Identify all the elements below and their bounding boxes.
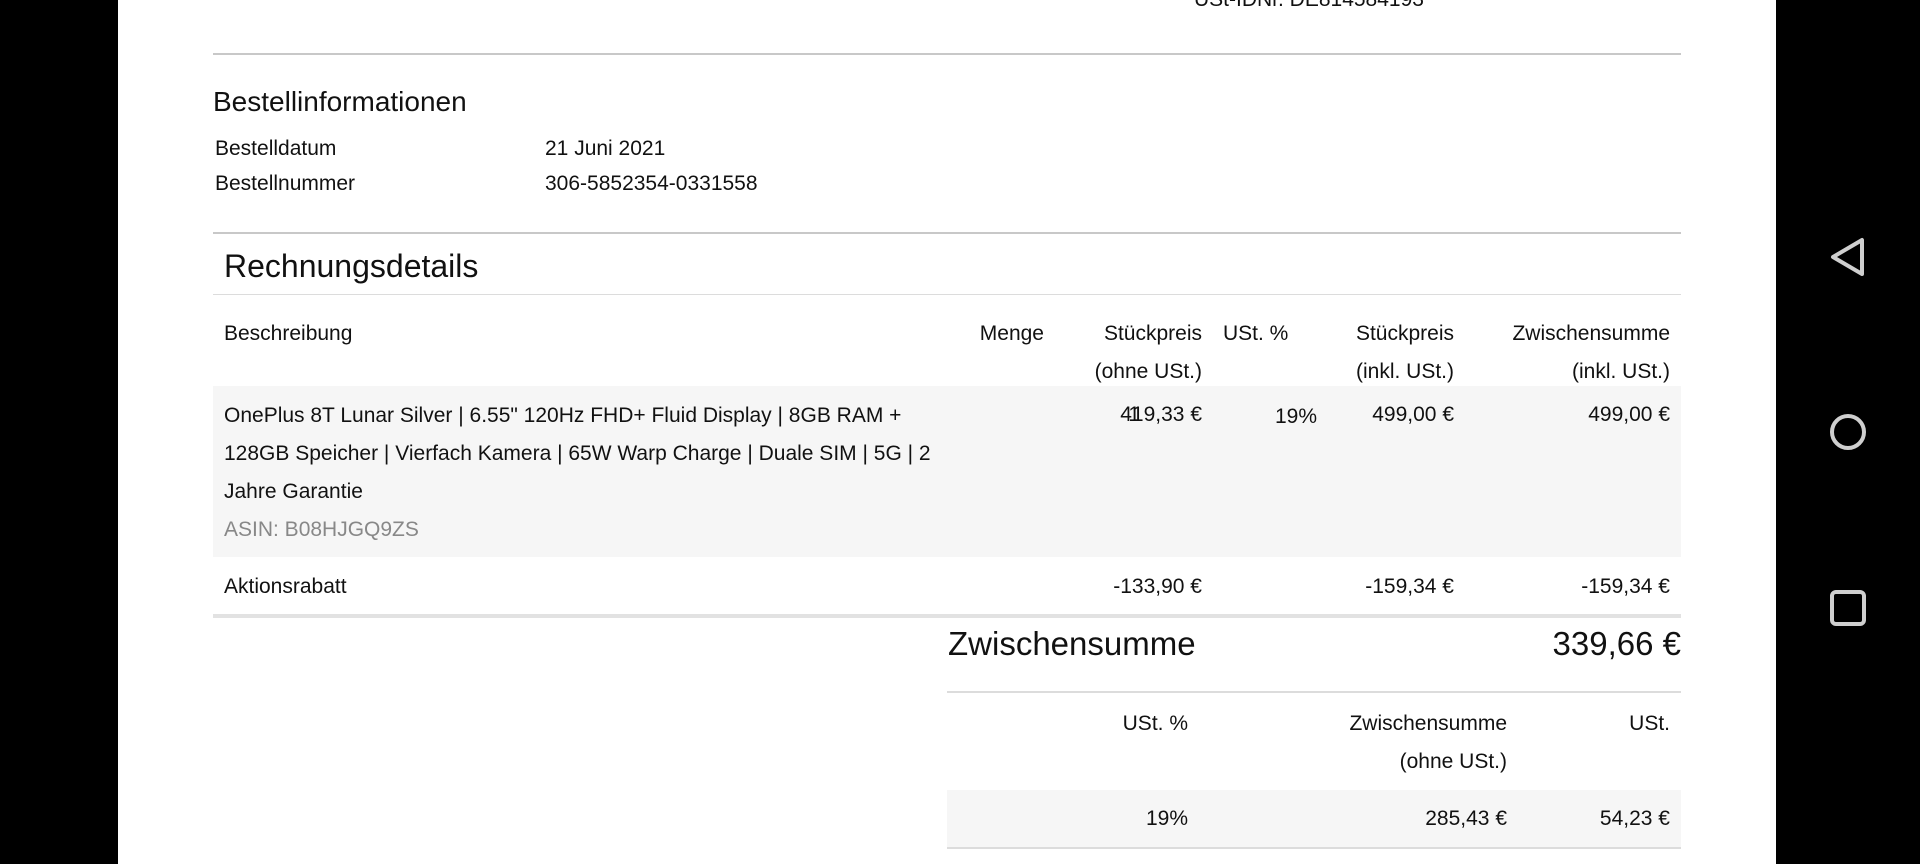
back-icon: [1831, 238, 1864, 276]
divider: [947, 691, 1681, 693]
order-date-value: 21 Juni 2021: [545, 137, 666, 160]
item-unit-price-net: 419,33 €: [1120, 403, 1202, 426]
vat-row-net-subtotal: 285,43 €: [1425, 807, 1507, 830]
divider: [213, 53, 1681, 55]
vat-col-vat: USt.: [1629, 712, 1670, 735]
col-header-vat-pct: USt. %: [1223, 322, 1289, 345]
home-icon: [1830, 414, 1866, 450]
vat-id: USt-IDNr. DE814584193: [1194, 0, 1424, 12]
item-asin: ASIN: B08HJGQ9ZS: [224, 518, 419, 541]
order-date-label: Bestelldatum: [215, 137, 337, 160]
invoice-title: Rechnungsdetails: [224, 248, 479, 284]
vat-col-pct: USt. %: [1122, 712, 1188, 735]
col-header-unit-price-gross: Stückpreis (inkl. USt.): [1355, 322, 1454, 383]
item-subtotal: 499,00 €: [1588, 403, 1670, 426]
divider: [213, 614, 1681, 618]
subtotal-value: 339,66 €: [1552, 625, 1681, 662]
recents-button[interactable]: [1824, 584, 1872, 632]
discount-unit-price-net: -133,90 €: [1113, 575, 1202, 598]
subtotal-label: Zwischensumme: [948, 625, 1196, 662]
vat-row-vat: 54,23 €: [1599, 807, 1670, 830]
back-button[interactable]: [1824, 233, 1872, 281]
col-header-quantity: Menge: [979, 322, 1044, 345]
divider: [947, 847, 1681, 849]
discount-label: Aktionsrabatt: [224, 575, 347, 598]
vat-row-pct: 19%: [1145, 807, 1188, 830]
invoice-document: USt-IDNr. DE814584193 Bestellinformation…: [118, 0, 1776, 864]
order-number-label: Bestellnummer: [215, 172, 356, 195]
divider: [213, 294, 1681, 295]
item-description-cell: OnePlus 8T Lunar Silver | 6.55" 120Hz FH…: [224, 397, 944, 549]
col-header-subtotal: Zwischensumme (inkl. USt.): [1512, 322, 1670, 383]
order-info-title: Bestellinformationen: [213, 86, 467, 117]
col-header-description: Beschreibung: [224, 322, 353, 345]
vat-col-net-subtotal: Zwischensumme (ohne USt.): [1349, 712, 1507, 773]
item-unit-price-gross: 499,00 €: [1372, 403, 1454, 426]
item-description: OnePlus 8T Lunar Silver | 6.55" 120Hz FH…: [224, 404, 931, 503]
android-navigation-bar: [1776, 0, 1920, 864]
discount-unit-price-gross: -159,34 €: [1365, 575, 1454, 598]
col-header-unit-price-net: Stückpreis (ohne USt.): [1094, 322, 1202, 383]
divider: [213, 232, 1681, 234]
order-number-value: 306-5852354-0331558: [545, 172, 758, 195]
home-button[interactable]: [1824, 408, 1872, 456]
discount-subtotal: -159,34 €: [1581, 575, 1670, 598]
recents-icon: [1830, 590, 1866, 626]
